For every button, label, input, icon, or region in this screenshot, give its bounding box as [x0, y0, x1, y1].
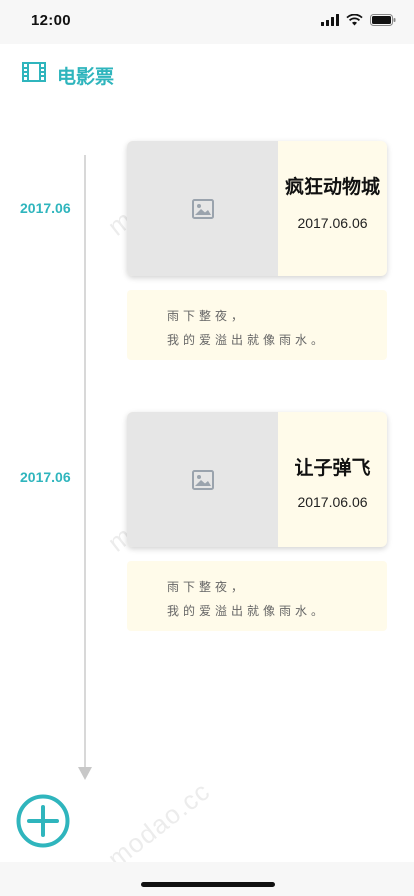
home-area: [0, 862, 414, 896]
movie-date: 2017.06.06: [297, 215, 368, 231]
plus-icon: [16, 794, 70, 848]
movie-date: 2017.06.06: [297, 494, 368, 510]
movie-card[interactable]: 让子弹飞 2017.06.06: [127, 412, 387, 547]
image-placeholder-icon: [191, 198, 214, 219]
wifi-icon: [346, 14, 363, 26]
status-time: 12:00: [31, 12, 71, 29]
timeline-date-label: 2017.06: [20, 469, 71, 485]
page-title: 电影票: [57, 66, 115, 88]
battery-icon: [370, 14, 396, 26]
movie-title: 疯狂动物城: [284, 176, 380, 198]
movie-title: 让子弹飞: [294, 457, 371, 479]
timeline-line: [84, 155, 86, 767]
watermark: modao.cc: [102, 775, 216, 874]
quote-line: 雨下整夜，: [167, 309, 248, 323]
timeline-date-label: 2017.06: [20, 200, 71, 216]
signal-icon: [321, 14, 339, 26]
movie-poster: [127, 141, 278, 276]
image-placeholder-icon: [191, 469, 214, 490]
movie-info: 让子弹飞 2017.06.06: [278, 412, 387, 547]
movie-poster: [127, 412, 278, 547]
movie-info: 疯狂动物城 2017.06.06: [278, 141, 387, 276]
app-header: 电影票: [0, 44, 414, 104]
quote-box: 雨下整夜， 我的爱溢出就像雨水。: [127, 290, 387, 360]
quote-line: 我的爱溢出就像雨水。: [167, 333, 328, 347]
timeline-arrow-icon: [78, 767, 92, 780]
quote-line: 我的爱溢出就像雨水。: [167, 604, 328, 618]
status-bar: 12:00: [0, 0, 414, 44]
add-button[interactable]: [16, 794, 70, 848]
movie-card[interactable]: 疯狂动物城 2017.06.06: [127, 141, 387, 276]
home-indicator[interactable]: [141, 882, 275, 887]
film-icon: [22, 62, 46, 82]
quote-box: 雨下整夜， 我的爱溢出就像雨水。: [127, 561, 387, 631]
quote-line: 雨下整夜，: [167, 580, 248, 594]
status-icons: [321, 14, 396, 26]
